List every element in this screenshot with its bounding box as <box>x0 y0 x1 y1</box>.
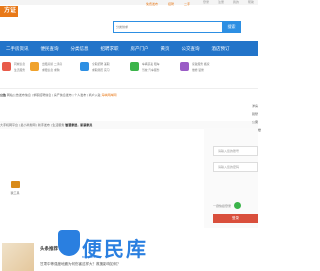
category-icon <box>2 62 11 71</box>
wechat-icon[interactable] <box>234 202 242 209</box>
headline-thumbnail[interactable] <box>2 243 34 271</box>
notice-text[interactable]: 大手机网平台 | 最小商务网 | 新手发布 | 生活服务 <box>0 123 64 127</box>
nav-item[interactable]: 房产门户 <box>131 46 149 52</box>
password-field[interactable]: 请输入您的密码 <box>213 162 258 172</box>
hot-tag[interactable]: 二手 <box>184 2 190 6</box>
category-line[interactable]: 家政服务 搬家 <box>192 62 210 66</box>
category-icon <box>130 62 139 71</box>
headline-title: 头条推荐 <box>40 246 58 251</box>
main-nav: 二手房资讯 便民查询 分类信息 招聘求职 房产门户 黄页 公交查询 酒店预订 <box>0 41 258 56</box>
nav-item[interactable]: 公交查询 <box>182 46 200 52</box>
quick-login-label: 一键快捷登录 <box>213 203 232 208</box>
side-list-item[interactable]: 洋房 <box>252 104 261 108</box>
category-line[interactable]: 出租房屋 二手房 <box>42 62 62 66</box>
category-line[interactable]: 求职简历 实习 <box>92 68 110 72</box>
side-list-item[interactable]: 公寓 <box>252 120 261 124</box>
search-category-select[interactable]: 分类供求 <box>116 24 136 30</box>
category-line[interactable]: 全职招聘 兼职 <box>92 62 110 66</box>
nav-item[interactable]: 黄页 <box>161 46 170 52</box>
hot-tags: 免费发布 招聘 二手 <box>146 2 190 6</box>
category-line[interactable]: 同城信息 <box>14 62 25 66</box>
category-group[interactable]: 全职招聘 兼职 求职简历 实习 <box>80 62 110 72</box>
category-icon <box>30 62 39 71</box>
top-link-mine[interactable]: 我的 <box>233 0 239 5</box>
login-panel <box>204 128 258 228</box>
nav-item[interactable]: 招聘求职 <box>101 46 119 52</box>
hot-tag[interactable]: 免费发布 <box>146 2 158 6</box>
tool-entry[interactable]: 我工具 <box>8 181 22 201</box>
notice-bar: 公告 网站公告发布信息 | 求职招聘信息 | 房产信息发布 | 个人发布 | 商… <box>0 91 258 99</box>
category-group[interactable]: 同城信息 生活服务 <box>2 62 25 72</box>
notice-text[interactable]: 网站公告发布信息 | 求职招聘信息 | 房产信息发布 | 个人发布 | 商户入驻 <box>7 93 101 97</box>
top-utility-bar: 登录 注册 我的 帮助 <box>0 0 258 5</box>
category-line[interactable]: 车辆买卖 租车 <box>142 62 160 66</box>
notice-bold[interactable]: 智慧家居，新装家具 <box>65 123 92 127</box>
headline-link[interactable]: 甘肃中等强度地震为何伤害这样大？救援影响如何？ <box>40 262 121 267</box>
username-field[interactable]: 请输入您的账号 <box>213 146 258 156</box>
tool-label: 我工具 <box>10 191 20 195</box>
login-button[interactable]: 登录 <box>213 214 258 223</box>
category-icon <box>80 62 89 71</box>
toolbox-icon <box>10 181 20 188</box>
category-icon <box>180 62 189 71</box>
category-line[interactable]: 求租信息 求购 <box>42 68 62 72</box>
side-list-item[interactable]: 别墅 <box>252 112 261 116</box>
category-line[interactable]: 驾校 汽车服务 <box>142 68 160 72</box>
top-link-help[interactable]: 帮助 <box>248 0 254 5</box>
nav-item[interactable]: 酒店预订 <box>212 46 230 52</box>
notice-prefix: 公告 <box>0 93 7 97</box>
category-group[interactable]: 车辆买卖 租车 驾校 汽车服务 <box>130 62 160 72</box>
category-group[interactable]: 出租房屋 二手房 求租信息 求购 <box>30 62 62 72</box>
quick-login[interactable]: 一键快捷登录 <box>213 202 242 209</box>
hot-tag[interactable]: 招聘 <box>168 2 174 6</box>
category-group[interactable]: 家政服务 搬家 维修 装修 <box>180 62 210 72</box>
site-logo[interactable]: 方证网 <box>0 6 18 17</box>
nav-item[interactable]: 便民查询 <box>41 46 59 52</box>
watermark-shield-icon <box>58 230 80 256</box>
watermark-subtext: BIANMINKU <box>82 255 99 259</box>
category-line[interactable]: 维修 装修 <box>192 68 210 72</box>
category-line[interactable]: 生活服务 <box>14 68 25 72</box>
nav-item[interactable]: 二手房资讯 <box>6 46 29 52</box>
notice-highlight[interactable]: 海峡两岸网 <box>102 93 117 97</box>
search-button[interactable]: 搜索 <box>222 21 241 33</box>
top-links: 登录 注册 我的 帮助 <box>203 0 254 5</box>
top-link-login[interactable]: 登录 <box>203 0 209 5</box>
nav-item[interactable]: 分类信息 <box>71 46 89 52</box>
top-link-register[interactable]: 注册 <box>218 0 224 5</box>
